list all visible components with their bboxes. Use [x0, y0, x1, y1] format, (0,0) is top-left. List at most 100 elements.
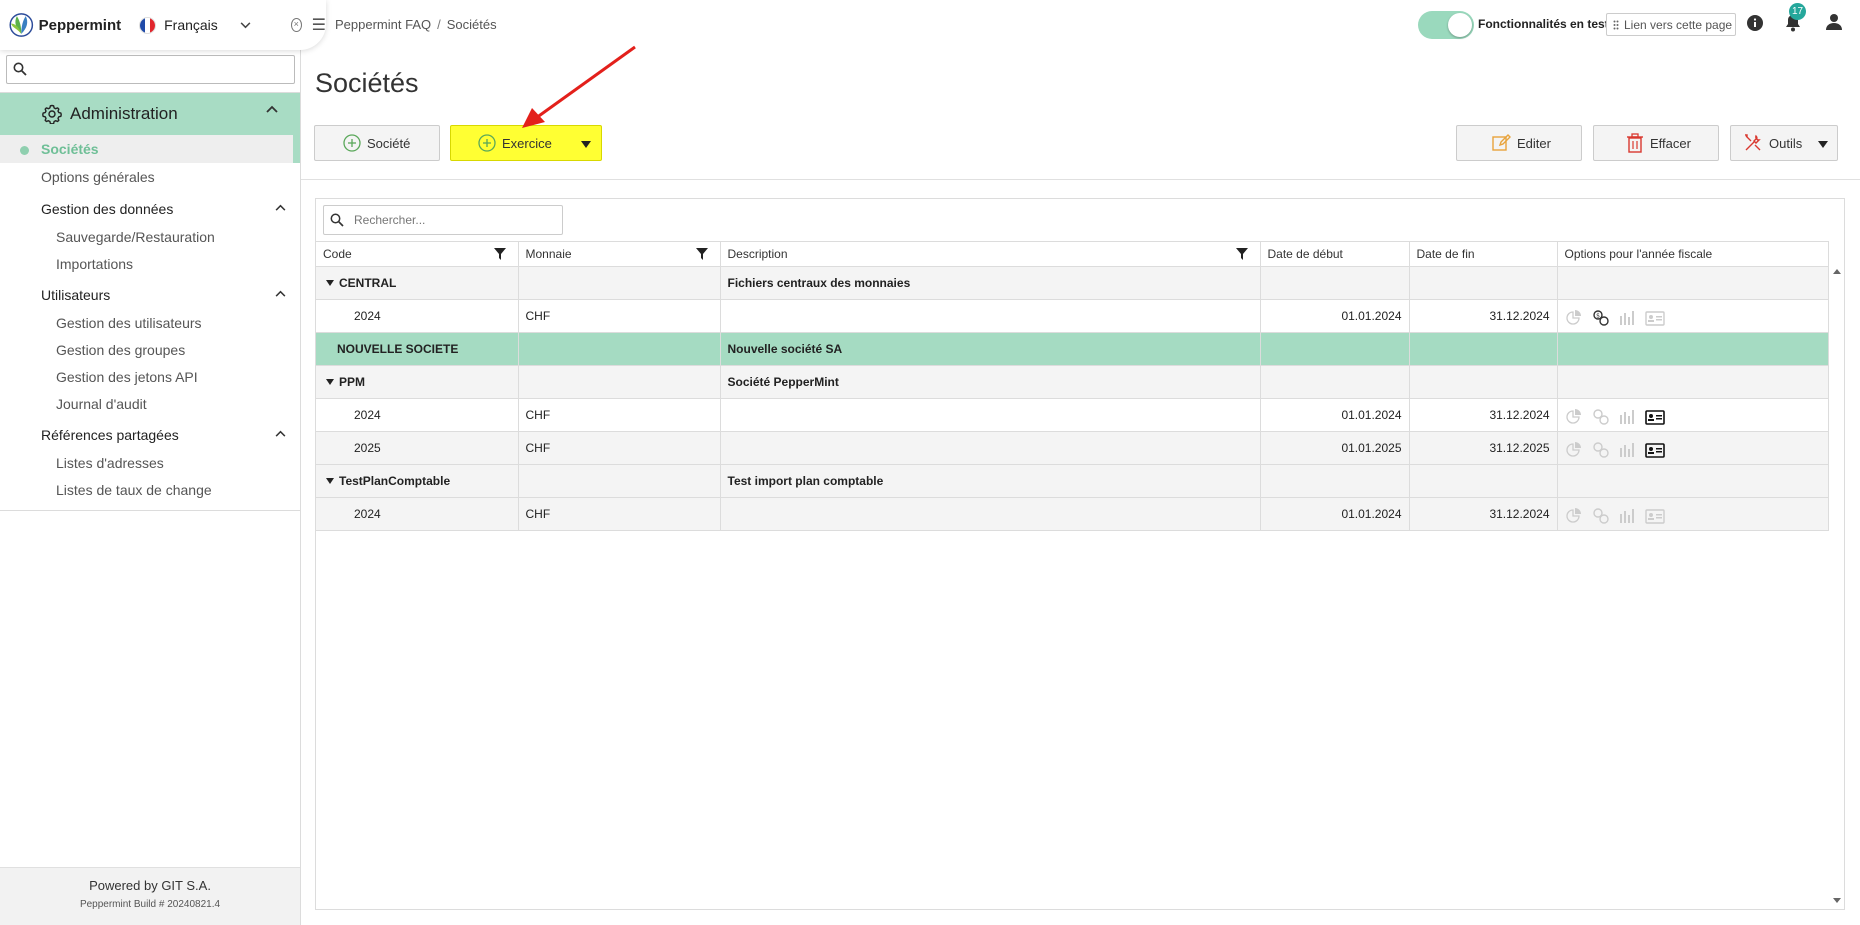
collapse-triangle-icon[interactable] — [326, 379, 334, 385]
chart-pie-icon[interactable] — [1565, 442, 1583, 458]
column-header-label: Code — [323, 247, 352, 261]
bar-chart-icon[interactable] — [1619, 311, 1635, 325]
chevron-down-icon — [240, 21, 251, 28]
plus-circle-icon — [343, 134, 361, 152]
cell-description: Société PepperMint — [720, 365, 1261, 399]
cell-end-date: 31.12.2024 — [1409, 398, 1558, 432]
cell-start-date — [1260, 266, 1410, 300]
sidebar-group-utilisateurs[interactable]: Utilisateurs — [0, 281, 300, 309]
sidebar-item-jetons-api[interactable]: Gestion des jetons API — [0, 363, 300, 390]
chevron-up-icon[interactable] — [275, 290, 286, 297]
column-header-date-debut[interactable]: Date de début — [1260, 241, 1410, 267]
chart-pie-icon[interactable] — [1565, 310, 1583, 326]
chart-pie-icon[interactable] — [1565, 508, 1583, 524]
hamburger-menu-icon[interactable]: ☰ — [312, 15, 326, 35]
sidebar-item-gestion-groupes[interactable]: Gestion des groupes — [0, 336, 300, 363]
edit-button[interactable]: Editer — [1456, 125, 1582, 161]
chevron-up-icon[interactable] — [275, 204, 286, 211]
chevron-up-icon[interactable] — [266, 105, 278, 113]
tools-dropdown-caret[interactable] — [1818, 141, 1828, 148]
cell-options — [1557, 464, 1829, 498]
cell-code: 2025 — [316, 431, 519, 465]
table-row[interactable]: 2024 CHF 01.01.2024 31.12.2024 $ — [316, 299, 1829, 333]
cell-end-date — [1409, 365, 1558, 399]
chart-pie-icon[interactable] — [1565, 409, 1583, 425]
id-card-icon[interactable] — [1644, 508, 1665, 524]
table-row-group[interactable]: CENTRAL Fichiers centraux des monnaies — [316, 266, 1829, 300]
table-row-selected[interactable]: NOUVELLE SOCIETE Nouvelle société SA — [316, 332, 1829, 366]
table-row-group[interactable]: TestPlanComptable Test import plan compt… — [316, 464, 1829, 498]
language-selector[interactable]: Français — [139, 16, 251, 34]
peppermint-logo-icon[interactable] — [8, 7, 35, 43]
collapse-triangle-icon[interactable] — [326, 280, 334, 286]
user-icon[interactable] — [1825, 13, 1843, 31]
cell-start-date: 01.01.2024 — [1260, 497, 1410, 531]
cell-code: 2024 — [316, 398, 519, 432]
id-card-icon[interactable] — [1644, 409, 1665, 425]
table-row[interactable]: 2025 CHF 01.01.2025 31.12.2025 — [316, 431, 1829, 465]
sidebar-item-taux-change[interactable]: Listes de taux de change — [0, 476, 300, 503]
currency-exchange-icon[interactable] — [1592, 409, 1609, 425]
table-row[interactable]: 2024 CHF 01.01.2024 31.12.2024 — [316, 398, 1829, 432]
add-exercice-button[interactable]: Exercice — [450, 125, 602, 161]
close-icon[interactable]: × — [290, 18, 302, 32]
filter-icon[interactable] — [695, 248, 708, 260]
filter-icon[interactable] — [493, 248, 506, 260]
breadcrumb-item-faq[interactable]: Peppermint FAQ — [335, 17, 431, 32]
collapse-triangle-icon[interactable] — [326, 478, 334, 484]
feature-test-toggle[interactable] — [1418, 11, 1474, 39]
brand-header: Peppermint Français × ☰ — [0, 0, 326, 50]
sidebar-item-gestion-utilisateurs[interactable]: Gestion des utilisateurs — [0, 309, 300, 336]
currency-exchange-icon[interactable]: $ — [1592, 310, 1609, 326]
sidebar-item-journal-audit[interactable]: Journal d'audit — [0, 390, 300, 417]
info-icon[interactable] — [1746, 14, 1764, 32]
sidebar-item-societes[interactable]: Sociétés — [0, 135, 300, 163]
cell-end-date: 31.12.2025 — [1409, 431, 1558, 465]
cell-end-date: 31.12.2024 — [1409, 497, 1558, 531]
page-link-button[interactable]: Lien vers cette page — [1606, 13, 1736, 36]
exercice-dropdown-caret[interactable] — [581, 141, 591, 148]
id-card-icon[interactable] — [1644, 310, 1665, 326]
delete-button[interactable]: Effacer — [1593, 125, 1719, 161]
sidebar-group-gestion-donnees[interactable]: Gestion des données — [0, 195, 300, 223]
bar-chart-icon[interactable] — [1619, 410, 1635, 424]
bar-chart-icon[interactable] — [1619, 443, 1635, 457]
add-societe-button[interactable]: Société — [314, 125, 440, 161]
column-header-description[interactable]: Description — [720, 241, 1261, 267]
scroll-up-arrow[interactable] — [1833, 269, 1841, 274]
column-header-label: Options pour l'année fiscale — [1564, 247, 1713, 261]
chevron-up-icon[interactable] — [275, 430, 286, 437]
cell-description: Nouvelle société SA — [720, 332, 1261, 366]
cell-currency — [518, 365, 721, 399]
sidebar-section-administration[interactable]: Administration — [0, 93, 300, 135]
id-card-icon[interactable] — [1644, 442, 1665, 458]
sidebar-search-input[interactable] — [6, 55, 295, 84]
scroll-down-arrow[interactable] — [1833, 898, 1841, 903]
table-row[interactable]: 2024 CHF 01.01.2024 31.12.2024 — [316, 497, 1829, 531]
sidebar-group-references[interactable]: Références partagées — [0, 421, 300, 449]
notification-badge: 17 — [1789, 3, 1807, 20]
grid-search-input[interactable] — [354, 211, 554, 229]
bar-chart-icon[interactable] — [1619, 509, 1635, 523]
sidebar-item-listes-adresses[interactable]: Listes d'adresses — [0, 449, 300, 476]
table-row-group[interactable]: PPM Société PepperMint — [316, 365, 1829, 399]
sidebar-item-options-generales[interactable]: Options générales — [0, 163, 300, 191]
cell-end-date — [1409, 266, 1558, 300]
column-header-monnaie[interactable]: Monnaie — [518, 241, 721, 267]
column-header-options[interactable]: Options pour l'année fiscale — [1557, 241, 1829, 267]
cell-description — [720, 431, 1261, 465]
filter-icon[interactable] — [1235, 248, 1248, 260]
active-indicator — [20, 146, 29, 155]
cell-end-date: 31.12.2024 — [1409, 299, 1558, 333]
currency-exchange-icon[interactable] — [1592, 508, 1609, 524]
cell-code-text: PPM — [339, 375, 366, 389]
tools-button[interactable]: Outils — [1730, 125, 1838, 161]
sidebar-item-sauvegarde[interactable]: Sauvegarde/Restauration — [0, 223, 300, 250]
column-header-code[interactable]: Code — [316, 241, 519, 267]
table-header-row: Code Monnaie Description Date de début D… — [316, 241, 1829, 267]
add-societe-label: Société — [367, 135, 411, 151]
column-header-date-fin[interactable]: Date de fin — [1409, 241, 1558, 267]
grid-search-box[interactable] — [323, 205, 563, 235]
currency-exchange-icon[interactable] — [1592, 442, 1609, 458]
sidebar-item-importations[interactable]: Importations — [0, 250, 300, 277]
